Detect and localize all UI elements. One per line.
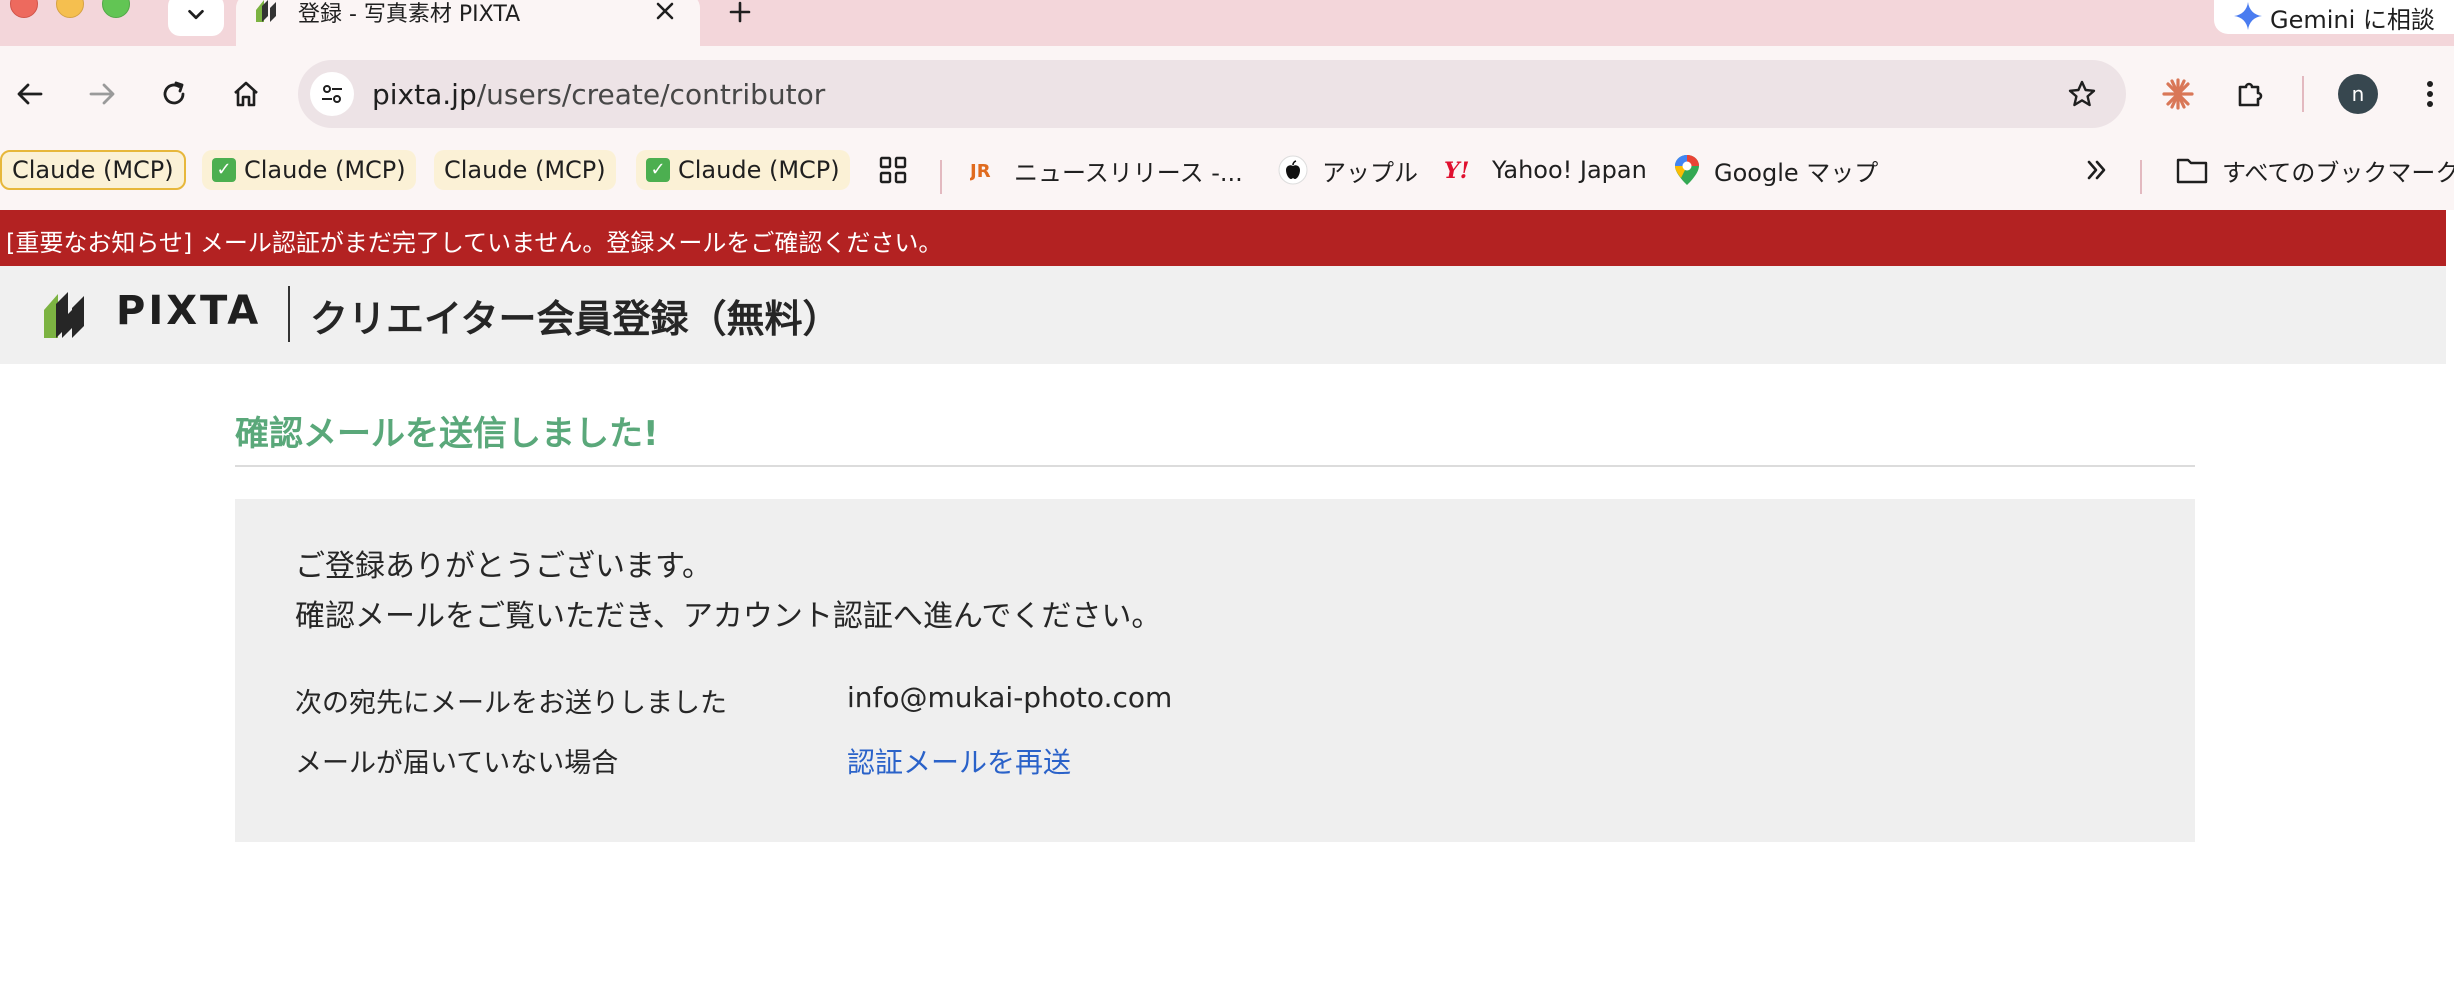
- url-host: pixta.jp: [372, 78, 477, 111]
- bookmark-label: Claude (MCP): [678, 156, 840, 184]
- apple-logo-icon: [1278, 155, 1308, 185]
- bookmarks-bar: Claude (MCP) ✓ Claude (MCP) Claude (MCP)…: [0, 142, 2454, 210]
- home-button[interactable]: [224, 72, 268, 116]
- claude-asterisk-icon: [2162, 78, 2194, 110]
- close-icon: [656, 2, 674, 20]
- double-chevron-right-icon: [2087, 160, 2106, 180]
- tab-close-button[interactable]: [648, 0, 682, 28]
- apps-grid-icon: [879, 156, 907, 184]
- tab-strip: 登録 - 写真素材 PIXTA Gemini に相談: [0, 0, 2454, 46]
- tune-icon: [322, 85, 342, 103]
- bookmark-jr-news[interactable]: JR ニュースリリース -...: [970, 150, 1243, 190]
- bookmark-label: Claude (MCP): [12, 156, 174, 184]
- all-bookmarks-button[interactable]: すべてのブックマーク: [2176, 150, 2454, 190]
- profile-avatar[interactable]: n: [2338, 74, 2378, 114]
- bookmark-claude-mcp-4[interactable]: ✓ Claude (MCP): [636, 150, 850, 190]
- svg-text:JR: JR: [970, 161, 991, 181]
- title-divider: [235, 465, 2195, 467]
- bookmark-label: Claude (MCP): [444, 156, 606, 184]
- bookmark-label: アップル: [1322, 158, 1418, 187]
- apps-button[interactable]: [878, 150, 908, 190]
- bookmark-apple[interactable]: アップル: [1278, 150, 1418, 190]
- svg-text:Y!: Y!: [1444, 158, 1469, 182]
- back-button[interactable]: [8, 72, 52, 116]
- bookmarks-divider: [940, 160, 942, 194]
- bookmarks-divider: [2140, 160, 2142, 194]
- pixta-logo-mark-icon[interactable]: [42, 286, 96, 340]
- reload-button[interactable]: [152, 72, 196, 116]
- pixta-logo-text[interactable]: PIXTA: [116, 288, 261, 334]
- arrow-right-icon: [89, 83, 115, 105]
- sent-to-label: 次の宛先にメールをお送りしました: [295, 688, 727, 719]
- instruction-message: 確認メールをご覧いただき、アカウント認証へ進んでください。: [295, 599, 1162, 634]
- url-path: /users/create/contributor: [476, 78, 826, 111]
- all-bookmarks-label: すべてのブックマーク: [2222, 158, 2454, 187]
- notice-text: [重要なお知らせ] メール認証がまだ完了していません。登録メールをご確認ください…: [6, 229, 943, 257]
- tab-title: 登録 - 写真素材 PIXTA: [298, 2, 521, 27]
- maximize-window-button[interactable]: [102, 0, 130, 18]
- tab-search-button[interactable]: [168, 0, 224, 36]
- arrow-left-icon: [17, 83, 43, 105]
- bookmark-label: ニュースリリース -...: [1014, 158, 1243, 187]
- bookmark-label: Yahoo! Japan: [1492, 156, 1647, 184]
- site-header: PIXTA クリエイター会員登録（無料）: [0, 266, 2446, 364]
- confirmation-info-box: ご登録ありがとうございます。 確認メールをご覧いただき、アカウント認証へ進んでく…: [235, 499, 2195, 842]
- puzzle-icon: [2238, 82, 2263, 107]
- more-bookmarks-button[interactable]: [2084, 150, 2110, 190]
- site-info-button[interactable]: [310, 72, 354, 116]
- close-window-button[interactable]: [10, 0, 38, 18]
- bookmark-label: Claude (MCP): [244, 156, 406, 184]
- reload-icon: [163, 81, 185, 105]
- more-vertical-icon: [2427, 81, 2433, 107]
- bookmark-google-maps[interactable]: Google マップ: [1674, 150, 1878, 190]
- chevron-down-icon: [188, 9, 204, 20]
- yahoo-logo-icon: Y!: [1444, 158, 1478, 182]
- not-received-label: メールが届いていない場合: [295, 748, 619, 779]
- resend-verification-link[interactable]: 認証メールを再送: [847, 741, 1071, 781]
- toolbar-divider: [2302, 76, 2304, 112]
- bookmark-yahoo-japan[interactable]: Y! Yahoo! Japan: [1444, 150, 1647, 190]
- bookmark-claude-mcp-1[interactable]: Claude (MCP): [0, 150, 186, 190]
- header-divider: [288, 286, 290, 342]
- forward-button[interactable]: [80, 72, 124, 116]
- address-bar[interactable]: pixta.jp/users/create/contributor: [298, 60, 2126, 128]
- active-tab[interactable]: 登録 - 写真素材 PIXTA: [236, 0, 700, 46]
- bookmark-claude-mcp-2[interactable]: ✓ Claude (MCP): [202, 150, 416, 190]
- google-maps-pin-icon: [1674, 154, 1700, 186]
- email-verification-notice: [重要なお知らせ] メール認証がまだ完了していません。登録メールをご確認ください…: [0, 210, 2446, 266]
- url-text[interactable]: pixta.jp/users/create/contributor: [372, 78, 825, 111]
- folder-icon: [2176, 156, 2208, 184]
- browser-menu-button[interactable]: [2408, 72, 2452, 116]
- check-mark-icon: ✓: [212, 158, 236, 182]
- bookmark-label: Google マップ: [1714, 158, 1879, 187]
- new-tab-button[interactable]: [722, 0, 758, 30]
- gemini-button[interactable]: Gemini に相談: [2214, 0, 2454, 34]
- check-mark-icon: ✓: [646, 158, 670, 182]
- browser-toolbar: pixta.jp/users/create/contributor n: [0, 46, 2454, 142]
- gemini-sparkle-icon: [2234, 2, 2262, 30]
- confirmation-title: 確認メールを送信しました!: [235, 414, 659, 454]
- bookmark-star-button[interactable]: [2060, 72, 2104, 116]
- claude-extension-button[interactable]: [2156, 72, 2200, 116]
- pixta-favicon-icon: [256, 0, 276, 22]
- sent-to-email: info@mukai-photo.com: [847, 681, 1173, 714]
- bookmark-claude-mcp-3[interactable]: Claude (MCP): [434, 150, 616, 190]
- star-icon: [2068, 80, 2096, 107]
- minimize-window-button[interactable]: [56, 0, 84, 18]
- plus-icon: [729, 1, 751, 23]
- home-icon: [234, 81, 258, 107]
- extensions-button[interactable]: [2228, 72, 2272, 116]
- gemini-button-label: Gemini に相談: [2270, 6, 2435, 34]
- thank-you-message: ご登録ありがとうございます。: [295, 549, 712, 584]
- jr-logo-icon: JR: [970, 159, 1000, 181]
- page-heading: クリエイター会員登録（無料）: [310, 297, 841, 341]
